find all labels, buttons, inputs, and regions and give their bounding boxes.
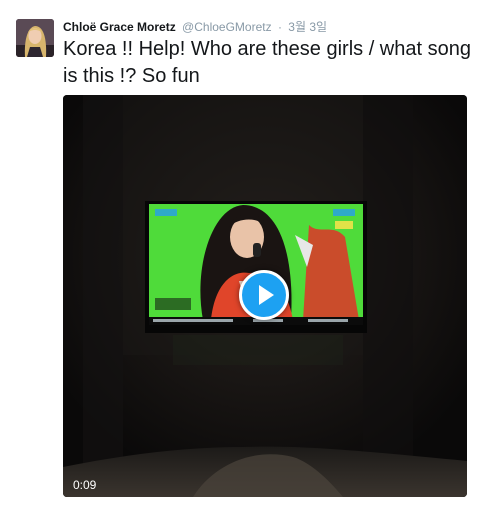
tweet-text: Korea !! Help! Who are these girls / wha… <box>63 38 471 87</box>
tweet: Chloë Grace Moretz @ChloeGMoretz · 3월 3일… <box>0 0 490 512</box>
display-name[interactable]: Chloë Grace Moretz <box>63 20 176 34</box>
play-icon <box>259 285 274 305</box>
video-player[interactable]: 0:09 <box>63 95 467 497</box>
timestamp[interactable]: 3월 3일 <box>288 20 327 34</box>
avatar[interactable] <box>16 19 54 57</box>
play-button[interactable] <box>239 270 289 320</box>
screen-name[interactable]: @ChloeGMoretz <box>182 20 272 34</box>
tweet-header: Chloë Grace Moretz @ChloeGMoretz · 3월 3일 <box>63 19 327 35</box>
video-duration: 0:09 <box>73 478 97 492</box>
avatar-image <box>16 19 54 57</box>
header-separator: · <box>277 20 282 34</box>
